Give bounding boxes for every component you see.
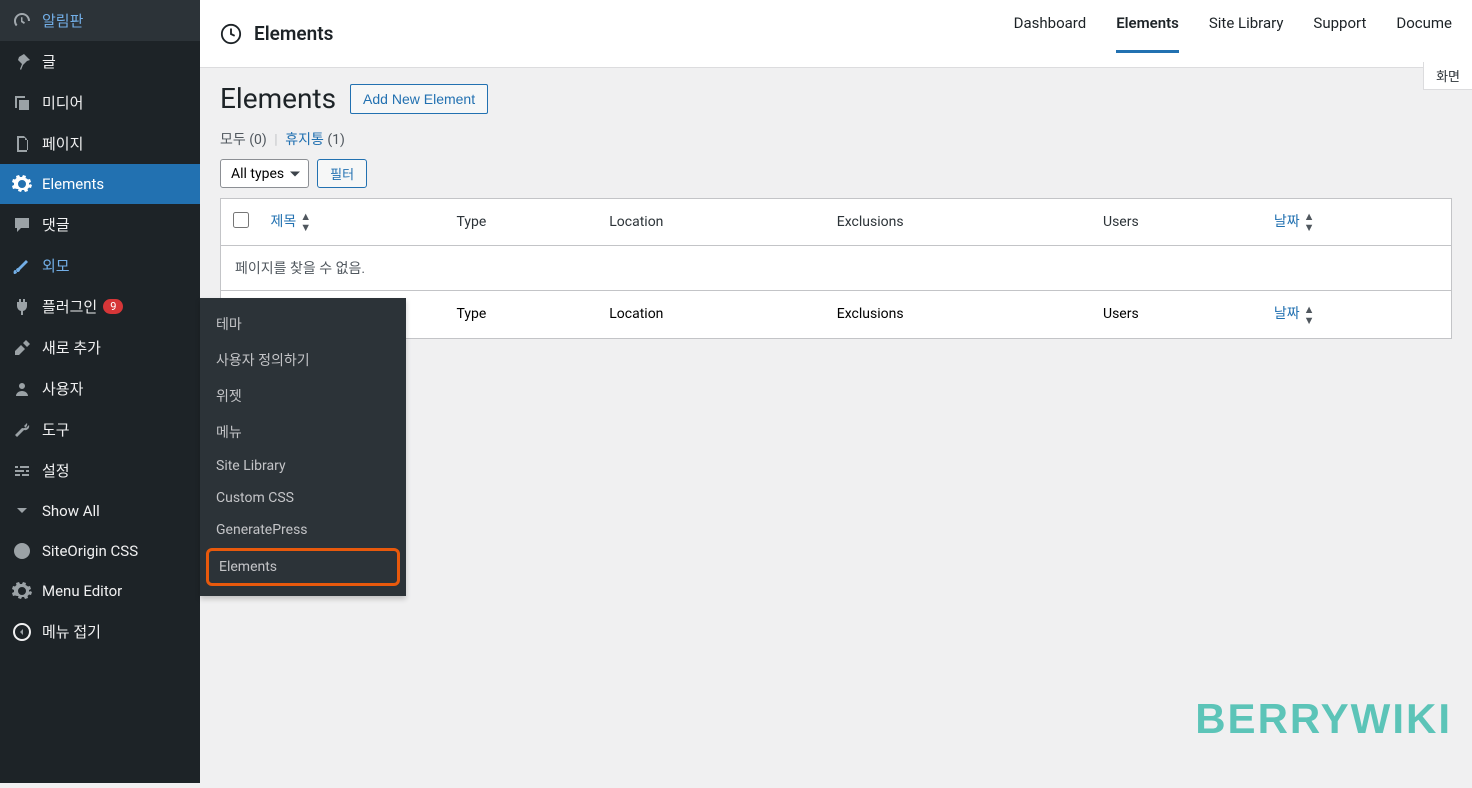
- submenu-item-menus[interactable]: 메뉴: [200, 414, 406, 450]
- sidebar-label: 도구: [42, 419, 70, 440]
- sidebar-item-siteorigin[interactable]: SiteOrigin CSS: [0, 531, 200, 571]
- nav-site-library[interactable]: Site Library: [1209, 14, 1284, 53]
- screen-options-button[interactable]: 화면: [1423, 62, 1472, 90]
- sidebar-label: 페이지: [42, 133, 83, 154]
- filter-all-count: (0): [249, 132, 267, 148]
- collapse-icon: [12, 622, 32, 642]
- submenu-item-site-library[interactable]: Site Library: [200, 450, 406, 482]
- sidebar-label: 플러그인: [42, 296, 97, 317]
- submenu-item-generatepress[interactable]: GeneratePress: [200, 514, 406, 546]
- sort-icon: ▲▼: [1304, 211, 1315, 233]
- media-icon: [12, 93, 32, 113]
- sidebar-item-plugins[interactable]: 플러그인 9: [0, 286, 200, 327]
- type-filter-select[interactable]: All types: [220, 159, 309, 188]
- sidebar-label: 새로 추가: [42, 337, 101, 358]
- view-filters: 모두 (0) | 휴지통 (1): [220, 129, 1452, 149]
- sort-icon: ▲▼: [300, 211, 311, 233]
- sidebar-item-users[interactable]: 사용자: [0, 368, 200, 409]
- sidebar-label: SiteOrigin CSS: [42, 542, 138, 560]
- admin-sidebar: 알림판 글 미디어 페이지 Elements 댓글 외모 플러그인 9 새로 추…: [0, 0, 200, 783]
- pin-icon: [12, 52, 32, 72]
- submenu-item-custom-css[interactable]: Custom CSS: [200, 482, 406, 514]
- sidebar-item-comments[interactable]: 댓글: [0, 204, 200, 245]
- chevron-down-icon: [12, 501, 32, 521]
- sidebar-label: Show All: [42, 502, 100, 520]
- col-exclusions-foot: Exclusions: [827, 291, 1093, 338]
- sidebar-item-settings[interactable]: 설정: [0, 450, 200, 491]
- sidebar-item-tools[interactable]: 도구: [0, 409, 200, 450]
- sidebar-label: 댓글: [42, 214, 70, 235]
- submenu-item-themes[interactable]: 테마: [200, 306, 406, 342]
- filter-all-label: 모두: [220, 132, 246, 148]
- watermark: BERRYWIKI: [1195, 695, 1452, 743]
- sidebar-label: Elements: [42, 175, 104, 193]
- gear-icon: [12, 581, 32, 601]
- brush-icon: [12, 256, 32, 276]
- sidebar-label: 알림판: [42, 10, 83, 31]
- submenu-item-elements[interactable]: Elements: [206, 548, 400, 586]
- submenu-item-widgets[interactable]: 위젯: [200, 378, 406, 414]
- col-location: Location: [599, 199, 827, 246]
- sidebar-label: 미디어: [42, 92, 83, 113]
- col-date-foot[interactable]: 날짜▲▼: [1264, 291, 1452, 338]
- nav-support[interactable]: Support: [1313, 14, 1366, 53]
- col-location-foot: Location: [599, 291, 827, 338]
- col-type-foot: Type: [447, 291, 600, 338]
- sidebar-label: 사용자: [42, 378, 83, 399]
- page-icon: [12, 134, 32, 154]
- sidebar-label: 메뉴 접기: [42, 621, 101, 642]
- empty-row: 페이지를 찾을 수 없음.: [221, 246, 1452, 291]
- user-icon: [12, 379, 32, 399]
- filter-trash-count: (1): [327, 132, 345, 148]
- topbar-nav: Dashboard Elements Site Library Support …: [1014, 14, 1452, 53]
- appearance-submenu: 테마 사용자 정의하기 위젯 메뉴 Site Library Custom CS…: [200, 298, 406, 596]
- select-all-checkbox[interactable]: [233, 212, 249, 228]
- col-date[interactable]: 날짜▲▼: [1264, 199, 1452, 246]
- dashboard-icon: [12, 11, 32, 31]
- siteorigin-icon: [12, 541, 32, 561]
- col-users: Users: [1093, 199, 1264, 246]
- filter-button[interactable]: 필터: [317, 159, 367, 188]
- sidebar-item-media[interactable]: 미디어: [0, 82, 200, 123]
- add-new-button[interactable]: Add New Element: [350, 84, 488, 114]
- gear-icon: [12, 174, 32, 194]
- empty-message: 페이지를 찾을 수 없음.: [221, 246, 1452, 291]
- sidebar-item-posts[interactable]: 글: [0, 41, 200, 82]
- comment-icon: [12, 215, 32, 235]
- generatepress-icon: [220, 23, 242, 45]
- sidebar-item-collapse[interactable]: 메뉴 접기: [0, 611, 200, 652]
- col-exclusions: Exclusions: [827, 199, 1093, 246]
- sidebar-item-menu-editor[interactable]: Menu Editor: [0, 571, 200, 611]
- topbar: Elements Dashboard Elements Site Library…: [200, 0, 1472, 68]
- plugin-icon: [12, 297, 32, 317]
- col-type: Type: [447, 199, 600, 246]
- sidebar-item-pages[interactable]: 페이지: [0, 123, 200, 164]
- nav-dashboard[interactable]: Dashboard: [1014, 14, 1087, 53]
- wrench-icon: [12, 420, 32, 440]
- tools-icon: [12, 338, 32, 358]
- sort-icon: ▲▼: [1304, 304, 1315, 326]
- update-badge: 9: [103, 299, 123, 314]
- filter-trash-link[interactable]: 휴지통: [285, 132, 327, 148]
- nav-elements[interactable]: Elements: [1116, 14, 1179, 53]
- page-title: Elements: [220, 82, 336, 115]
- sidebar-item-appearance[interactable]: 외모: [0, 245, 200, 286]
- sidebar-label: 글: [42, 51, 56, 72]
- sidebar-item-showall[interactable]: Show All: [0, 491, 200, 531]
- nav-documentation[interactable]: Docume: [1396, 14, 1452, 53]
- sidebar-label: Menu Editor: [42, 582, 122, 600]
- submenu-item-customize[interactable]: 사용자 정의하기: [200, 342, 406, 378]
- col-title[interactable]: 제목▲▼: [261, 199, 447, 246]
- separator: |: [274, 132, 277, 148]
- sidebar-item-add-new[interactable]: 새로 추가: [0, 327, 200, 368]
- sidebar-item-dashboard[interactable]: 알림판: [0, 0, 200, 41]
- sidebar-label: 설정: [42, 460, 70, 481]
- sidebar-label: 외모: [42, 255, 70, 276]
- col-users-foot: Users: [1093, 291, 1264, 338]
- topbar-title: Elements: [254, 22, 333, 45]
- sidebar-item-elements[interactable]: Elements: [0, 164, 200, 204]
- sliders-icon: [12, 461, 32, 481]
